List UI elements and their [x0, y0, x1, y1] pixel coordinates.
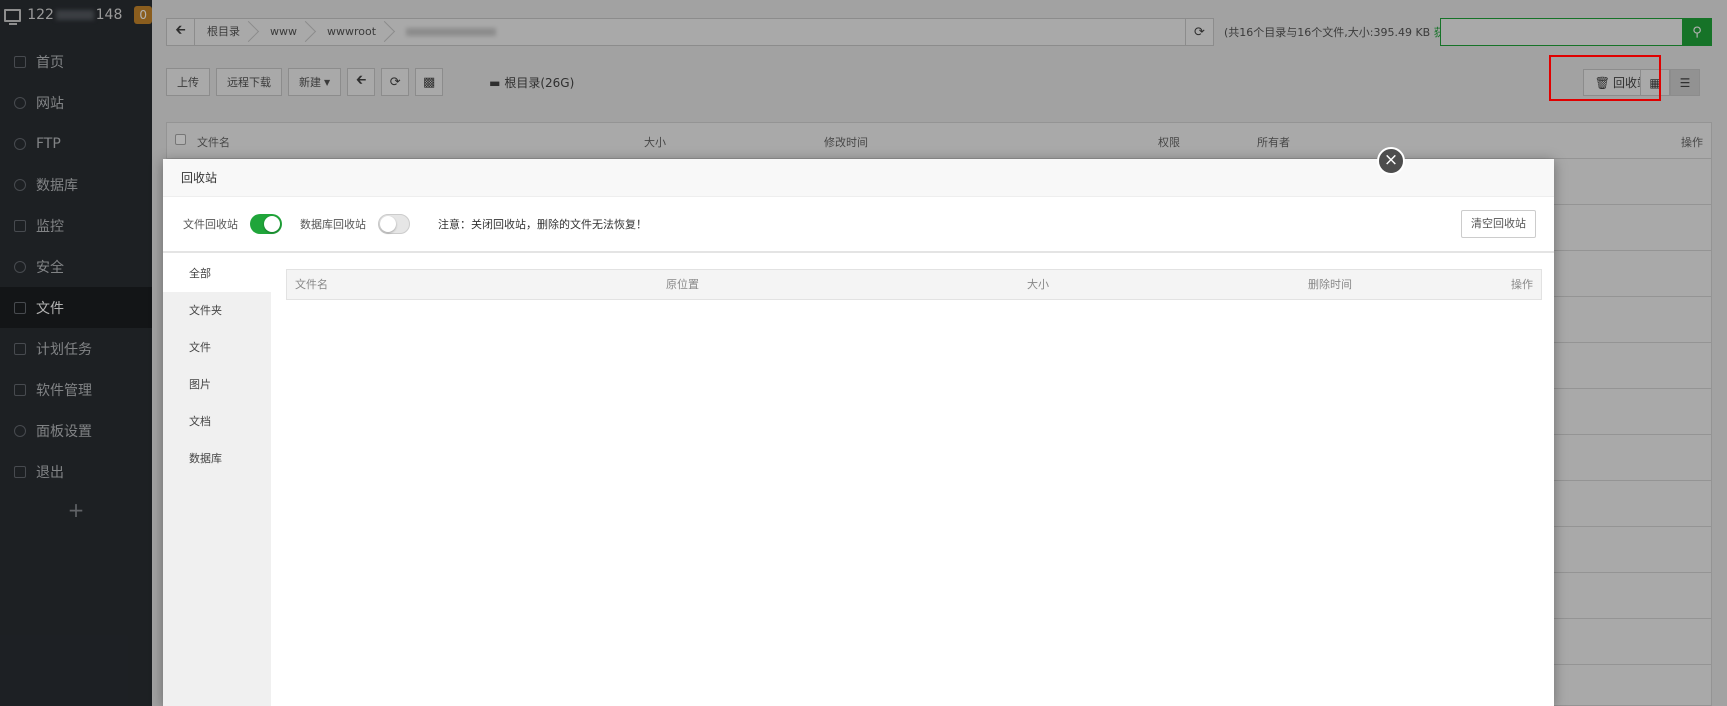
clear-recycle-button[interactable]: 清空回收站 [1461, 210, 1536, 238]
category-images[interactable]: 图片 [163, 366, 271, 403]
category-list: 全部 文件夹 文件 图片 文档 数据库 [163, 255, 271, 706]
dialog-title: 回收站 [163, 159, 1554, 197]
file-recycle-label: 文件回收站 [183, 218, 238, 231]
recycle-options: 文件回收站 数据库回收站 注意：关闭回收站，删除的文件无法恢复！ 清空回收站 [163, 197, 1554, 253]
db-recycle-label: 数据库回收站 [300, 218, 366, 231]
category-files[interactable]: 文件 [163, 329, 271, 366]
col-ops: 操作 [1511, 278, 1533, 291]
col-origin: 原位置 [666, 278, 699, 291]
highlight-box [1549, 55, 1661, 101]
recycle-table-header: 文件名 原位置 大小 删除时间 操作 [286, 269, 1542, 300]
db-recycle-toggle[interactable] [378, 214, 410, 234]
category-folders[interactable]: 文件夹 [163, 292, 271, 329]
dialog-body: 全部 文件夹 文件 图片 文档 数据库 文件名 原位置 大小 删除时间 操作 [163, 255, 1554, 706]
close-icon[interactable]: × [1377, 147, 1405, 175]
col-name: 文件名 [295, 278, 328, 291]
category-all[interactable]: 全部 [163, 255, 271, 292]
file-recycle-toggle[interactable] [250, 214, 282, 234]
recycle-bin-dialog: 回收站 文件回收站 数据库回收站 注意：关闭回收站，删除的文件无法恢复！ 清空回… [163, 159, 1554, 706]
col-deleted-time: 删除时间 [1308, 278, 1352, 291]
toggle-knob [380, 216, 396, 232]
category-documents[interactable]: 文档 [163, 403, 271, 440]
col-size: 大小 [1027, 278, 1049, 291]
recycle-warning: 注意：关闭回收站，删除的文件无法恢复！ [438, 218, 647, 231]
toggle-knob [264, 216, 280, 232]
category-databases[interactable]: 数据库 [163, 440, 271, 477]
